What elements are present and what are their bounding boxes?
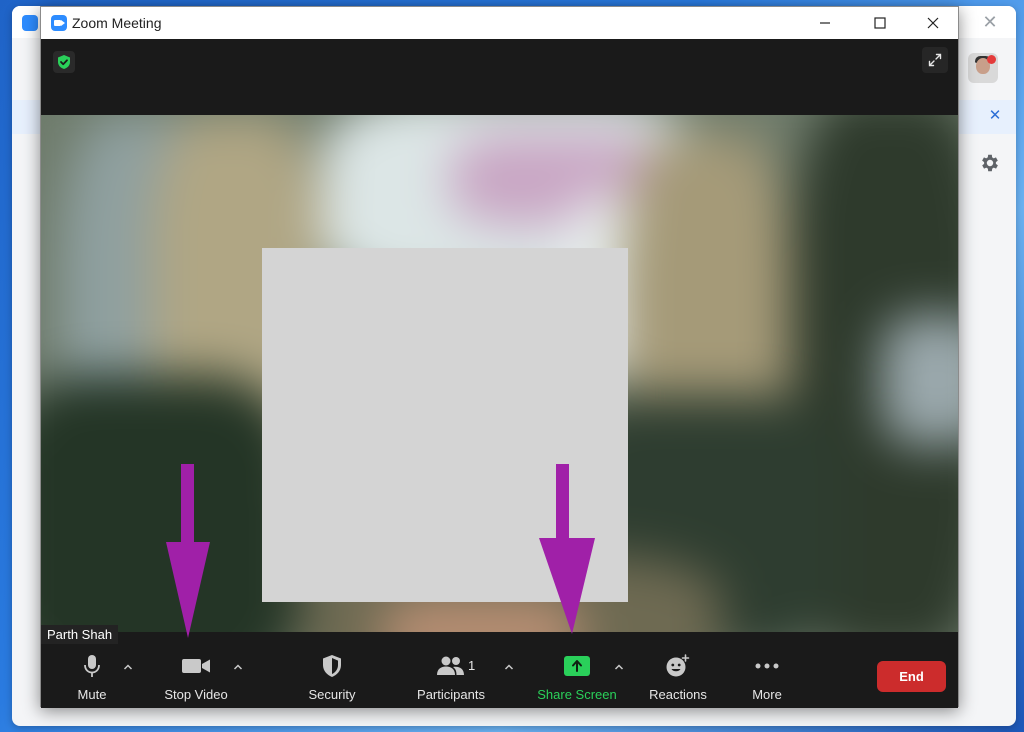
more-button[interactable]: More [745, 632, 789, 708]
mute-label: Mute [77, 687, 107, 702]
mute-button[interactable]: Mute [71, 632, 113, 708]
participants-count: 1 [468, 658, 476, 673]
maximize-button[interactable] [857, 7, 903, 39]
close-button[interactable] [910, 7, 956, 39]
annotation-arrow-stop-video [166, 464, 210, 638]
video-camera-icon [178, 654, 214, 678]
reactions-label: Reactions [649, 687, 707, 702]
mute-options-caret[interactable] [121, 660, 135, 674]
security-label: Security [308, 687, 356, 702]
notification-badge [987, 55, 996, 64]
annotation-arrow-share-screen [539, 464, 595, 634]
security-button[interactable]: Security [300, 632, 364, 708]
banner-close-icon[interactable]: ✕ [986, 107, 1004, 125]
meeting-top-bar [41, 39, 958, 115]
window-titlebar: Zoom Meeting [41, 7, 958, 39]
expand-icon[interactable] [922, 47, 948, 73]
stop-video-label: Stop Video [164, 687, 228, 702]
ellipsis-icon [749, 654, 785, 678]
share-screen-button[interactable]: Share Screen [535, 632, 619, 708]
share-screen-label: Share Screen [537, 687, 617, 702]
stop-video-button[interactable]: Stop Video [158, 632, 234, 708]
share-screen-icon [559, 654, 595, 678]
shield-icon [314, 654, 350, 678]
background-close-icon[interactable]: ✕ [980, 12, 1000, 32]
microphone-icon [74, 654, 110, 678]
zoom-logo-icon [51, 15, 67, 31]
minimize-button[interactable] [802, 7, 848, 39]
video-options-caret[interactable] [231, 660, 245, 674]
avatar[interactable] [968, 53, 998, 83]
zoom-app-icon [22, 15, 38, 31]
meeting-toolbar: Parth Shah Mute Stop Video Security Part… [41, 625, 958, 708]
participants-options-caret[interactable] [502, 660, 516, 674]
reactions-button[interactable]: Reactions [643, 632, 713, 708]
smiley-plus-icon [660, 654, 696, 678]
participants-button[interactable]: Participants [411, 632, 491, 708]
more-label: More [752, 687, 782, 702]
end-meeting-button[interactable]: End [877, 661, 946, 692]
window-title: Zoom Meeting [72, 15, 162, 31]
share-options-caret[interactable] [612, 660, 626, 674]
gear-icon[interactable] [979, 152, 1001, 174]
participants-label: Participants [417, 687, 485, 702]
security-shield-icon[interactable] [53, 51, 75, 73]
people-icon [433, 654, 469, 678]
